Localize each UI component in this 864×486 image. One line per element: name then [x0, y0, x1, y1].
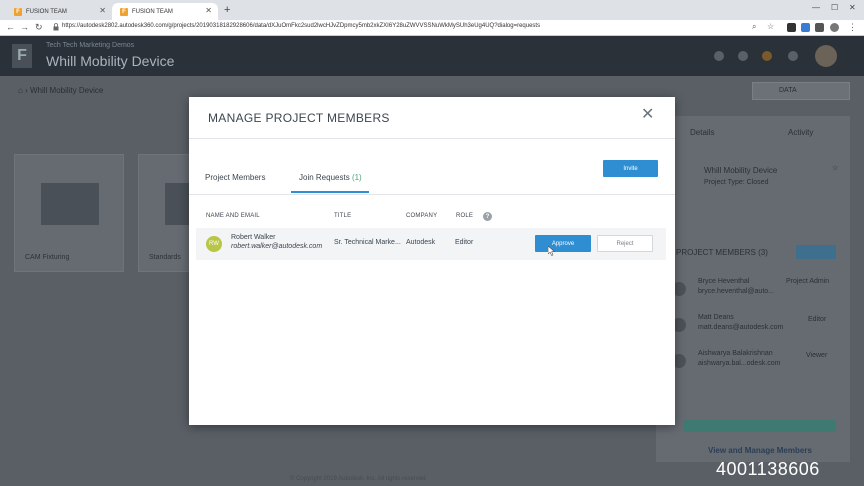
extension-icon[interactable] — [815, 23, 824, 32]
column-header-title: TITLE — [334, 213, 352, 219]
divider — [189, 138, 675, 139]
address-bar: ← → ↻ https://autodesk2802.autodesk360.c… — [0, 20, 864, 36]
request-name: Robert Walker — [231, 234, 276, 241]
browser-tab-label: FUSION TEAM — [132, 8, 173, 15]
member-name: Matt Deans — [698, 314, 734, 321]
view-manage-members-link[interactable]: View and Manage Members — [708, 446, 812, 455]
dialog-title: MANAGE PROJECT MEMBERS — [208, 111, 390, 125]
footer: © Copyright 2019 Autodesk, Inc. All righ… — [290, 476, 428, 482]
url-input[interactable]: https://autodesk2802.autodesk360.com/g/p… — [62, 23, 540, 29]
avatar: RW — [206, 236, 222, 252]
column-header-company: COMPANY — [406, 213, 438, 219]
project-title: Whill Mobility Device — [46, 53, 175, 69]
back-icon[interactable]: ← — [6, 22, 15, 32]
minimize-icon[interactable]: — — [812, 3, 820, 12]
tab-details[interactable]: Details — [690, 128, 714, 137]
profile-icon[interactable] — [830, 23, 839, 32]
menu-dots-icon[interactable]: ⋮ — [848, 22, 857, 33]
mouse-cursor-icon — [548, 246, 556, 256]
folder-label: Standards — [149, 254, 181, 261]
app-header: F Tech Tech Marketing Demos Whill Mobili… — [0, 36, 864, 76]
extension-icon[interactable] — [787, 23, 796, 32]
lock-icon — [53, 23, 59, 31]
fusion-favicon-icon: F — [14, 7, 22, 16]
browser-tab-active[interactable]: F FUSION TEAM ✕ — [112, 3, 218, 20]
member-email: bryce.heventhal@auto... — [698, 288, 774, 295]
maximize-icon[interactable]: ☐ — [831, 3, 838, 12]
search-icon[interactable]: ⌕ — [752, 22, 756, 32]
approve-button[interactable]: Approve — [535, 235, 591, 252]
browser-tab-bar: F FUSION TEAM ✕ F FUSION TEAM ✕ + — ☐ ✕ — [0, 0, 864, 20]
member-role[interactable]: Project Admin — [786, 278, 829, 285]
fusion-logo-icon[interactable]: F — [12, 44, 32, 68]
action-button[interactable] — [684, 420, 836, 432]
breadcrumb: ⌂ › Whill Mobility Device — [18, 86, 103, 95]
member-email: aishwarya.bal...odesk.com — [698, 360, 781, 367]
notification-icon[interactable] — [762, 51, 772, 61]
new-tab-icon[interactable]: + — [224, 4, 230, 16]
request-company: Autodesk — [406, 239, 436, 246]
invite-button[interactable] — [796, 245, 836, 259]
details-panel: Details Activity Whill Mobility Device P… — [656, 116, 850, 462]
search-icon[interactable] — [714, 51, 724, 61]
request-role[interactable]: Editor — [455, 239, 473, 246]
active-tab-indicator — [291, 191, 369, 193]
member-role[interactable]: Viewer — [806, 352, 827, 359]
reload-icon[interactable]: ↻ — [35, 22, 43, 33]
browser-tab-label: FUSION TEAM — [26, 8, 67, 15]
user-avatar[interactable] — [815, 45, 837, 67]
member-email: matt.deans@autodesk.com — [698, 324, 784, 331]
folder-icon — [41, 183, 99, 225]
member-name: Bryce Heventhal — [698, 278, 750, 285]
join-requests-count: (1) — [351, 173, 362, 182]
panel-project-type: Project Type: Closed — [704, 179, 769, 186]
tab-activity[interactable]: Activity — [788, 128, 813, 137]
members-section-title: PROJECT MEMBERS (3) — [676, 248, 768, 257]
close-icon[interactable]: ✕ — [641, 107, 654, 123]
star-icon[interactable]: ☆ — [767, 22, 774, 31]
close-window-icon[interactable]: ✕ — [849, 3, 856, 12]
column-header-role: ROLE — [456, 213, 474, 219]
request-email: robert.walker@autodesk.com — [231, 243, 323, 250]
tab-project-members[interactable]: Project Members — [205, 173, 265, 182]
forward-icon[interactable]: → — [20, 22, 29, 32]
column-header-name-email: NAME AND EMAIL — [206, 213, 260, 219]
reject-button[interactable]: Reject — [597, 235, 653, 252]
hub-name[interactable]: Tech Tech Marketing Demos — [46, 42, 134, 49]
divider — [189, 194, 675, 195]
folder-card[interactable]: CAM Fixturing — [14, 154, 124, 272]
star-icon[interactable]: ☆ — [832, 164, 838, 172]
request-title: Sr. Technical Marke... — [334, 239, 401, 246]
close-tab-icon[interactable]: ✕ — [205, 6, 212, 15]
help-icon[interactable]: ? — [483, 212, 492, 221]
fusion-favicon-icon: F — [120, 7, 128, 16]
table-row: RW Robert Walker robert.walker@autodesk.… — [196, 228, 666, 260]
home-icon[interactable]: ⌂ — [18, 86, 23, 95]
clock-icon[interactable] — [738, 51, 748, 61]
member-role[interactable]: Editor — [808, 316, 826, 323]
browser-tab[interactable]: F FUSION TEAM ✕ — [6, 3, 112, 20]
panel-project-name: Whill Mobility Device — [704, 166, 778, 175]
breadcrumb-project[interactable]: Whill Mobility Device — [30, 86, 103, 95]
folder-label: CAM Fixturing — [25, 254, 70, 261]
data-selector[interactable]: DATA — [752, 82, 850, 100]
tab-join-requests[interactable]: Join Requests (1) — [299, 173, 362, 182]
manage-members-dialog: MANAGE PROJECT MEMBERS ✕ Project Members… — [189, 97, 675, 425]
watermark: 4001138606 — [716, 459, 820, 479]
close-tab-icon[interactable]: ✕ — [99, 6, 106, 15]
member-name: Aishwarya Balakrishnan — [698, 350, 773, 357]
extension-icon[interactable] — [801, 23, 810, 32]
help-icon[interactable] — [788, 51, 798, 61]
invite-button[interactable]: Invite — [603, 160, 658, 177]
